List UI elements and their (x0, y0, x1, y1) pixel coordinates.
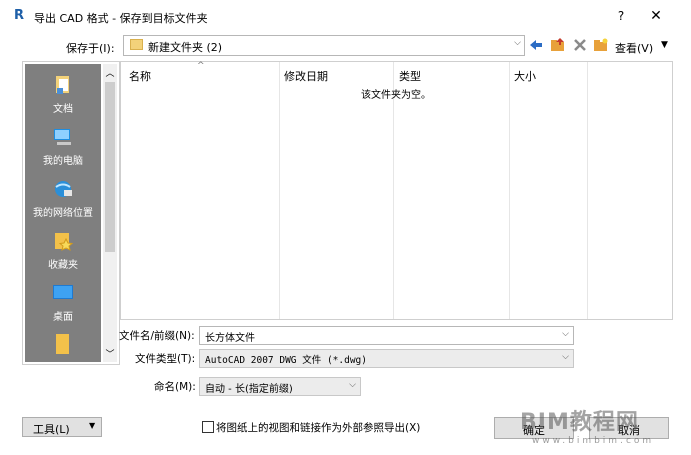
close-button[interactable]: ✕ (644, 6, 668, 26)
places-bar: 文档 我的电脑 我的网络位置 收藏夹 桌面 ︿ ﹀ (22, 61, 120, 365)
watermark: BIM教程网 (520, 410, 639, 435)
tools-button[interactable]: 工具(L) ▼ (22, 417, 102, 437)
column-separator[interactable] (587, 62, 588, 319)
watermark-url: www.bimbim.com (532, 436, 655, 446)
place-favorites[interactable]: 收藏夹 (25, 226, 101, 278)
place-folder[interactable] (25, 328, 101, 380)
documents-icon (52, 74, 74, 94)
save-in-combo[interactable]: 新建文件夹 (2) ⌵ (123, 35, 525, 56)
export-cad-dialog: R 导出 CAD 格式 - 保存到目标文件夹 ? ✕ 保存于(I): 新建文件夹… (4, 3, 687, 452)
chevron-down-icon[interactable]: ⌵ (562, 352, 569, 362)
sort-up-icon: ^ (197, 61, 205, 71)
column-header-name[interactable]: 名称 (129, 68, 151, 84)
delete-icon[interactable] (572, 37, 588, 53)
naming-label: 命名(M): (154, 381, 196, 393)
chevron-down-icon[interactable]: ⌵ (349, 380, 356, 390)
views-menu[interactable]: 查看(V) (615, 40, 653, 56)
chevron-down-icon[interactable]: ▼ (661, 40, 668, 50)
places-scrollbar[interactable]: ︿ ﹀ (103, 64, 117, 362)
computer-icon (52, 126, 74, 146)
filename-label: 文件名/前缀(N): (119, 330, 195, 342)
export-xref-checkbox[interactable] (202, 421, 214, 433)
column-header-size[interactable]: 大小 (514, 68, 536, 84)
chevron-down-icon[interactable]: ﹀ (103, 347, 117, 360)
dropdown-arrow-icon: ▼ (89, 421, 96, 430)
filetype-value: AutoCAD 2007 DWG 文件 (*.dwg) (205, 355, 367, 366)
place-desktop[interactable]: 桌面 (25, 278, 101, 330)
column-separator[interactable] (509, 62, 510, 319)
back-arrow-icon[interactable] (528, 37, 544, 53)
folder-icon (130, 39, 143, 50)
place-network[interactable]: 我的网络位置 (25, 174, 101, 226)
new-folder-icon[interactable] (593, 37, 609, 53)
chevron-up-icon[interactable]: ︿ (103, 66, 117, 79)
favorites-icon (52, 230, 74, 251)
place-documents[interactable]: 文档 (25, 70, 101, 122)
filetype-select[interactable]: AutoCAD 2007 DWG 文件 (*.dwg) ⌵ (199, 349, 574, 368)
filename-value: 长方体文件 (205, 333, 255, 344)
save-in-label: 保存于(I): (66, 42, 115, 55)
title-bar: R 导出 CAD 格式 - 保存到目标文件夹 ? ✕ (4, 3, 687, 30)
place-computer[interactable]: 我的电脑 (25, 122, 101, 174)
column-header-type[interactable]: 类型 (399, 68, 421, 84)
up-folder-icon[interactable] (550, 37, 566, 53)
revit-app-icon: R (14, 8, 25, 23)
places-strip: 文档 我的电脑 我的网络位置 收藏夹 桌面 (25, 64, 101, 362)
filename-input[interactable]: 长方体文件 ⌵ (199, 326, 574, 345)
desktop-icon (52, 282, 74, 302)
scroll-thumb[interactable] (105, 82, 115, 252)
chevron-down-icon[interactable]: ⌵ (562, 329, 569, 339)
filetype-label: 文件类型(T): (135, 353, 196, 365)
file-list[interactable]: 名称 ^ 修改日期 类型 大小 该文件夹为空。 (120, 61, 673, 320)
export-xref-label[interactable]: 将图纸上的视图和链接作为外部参照导出(X) (216, 420, 420, 435)
network-icon (52, 178, 74, 198)
help-button[interactable]: ? (609, 6, 633, 26)
column-header-date[interactable]: 修改日期 (284, 68, 328, 84)
naming-value: 自动 - 长(指定前缀) (205, 384, 293, 395)
chevron-down-icon: ⌵ (514, 38, 521, 48)
save-in-path: 新建文件夹 (2) (148, 41, 223, 54)
column-separator[interactable] (279, 62, 280, 319)
dialog-title: 导出 CAD 格式 - 保存到目标文件夹 (34, 12, 208, 25)
empty-folder-message: 该文件夹为空。 (361, 90, 431, 101)
folder-icon (52, 332, 74, 354)
naming-select[interactable]: 自动 - 长(指定前缀) ⌵ (199, 377, 361, 396)
